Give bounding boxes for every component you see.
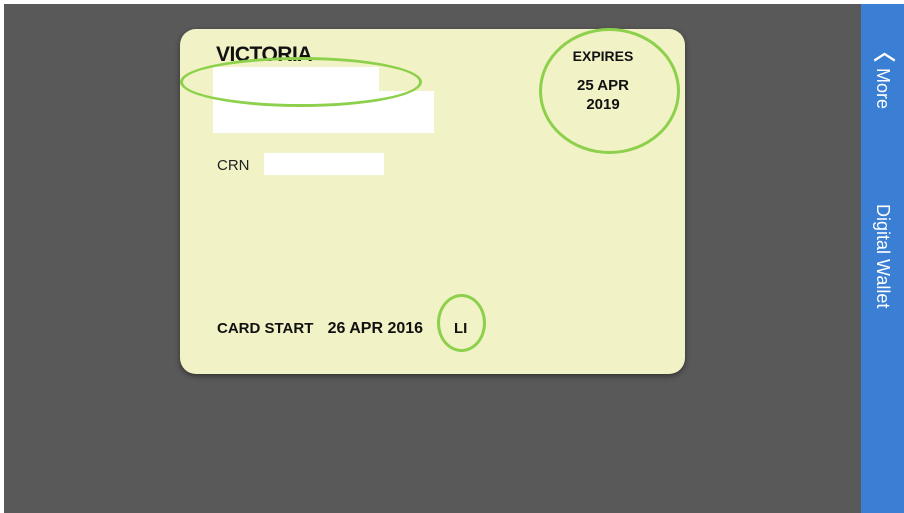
license-type-highlight-circle <box>437 294 486 352</box>
digital-wallet-button[interactable]: Digital Wallet <box>861 204 904 308</box>
redacted-crn-value <box>264 153 384 175</box>
digital-wallet-label: Digital Wallet <box>873 204 893 309</box>
more-label: More <box>873 68 893 110</box>
side-panel: ︿ More Digital Wallet <box>861 4 904 513</box>
crn-label: CRN <box>217 157 250 174</box>
name-highlight-circle <box>180 57 422 107</box>
expiry-highlight-circle <box>539 28 680 154</box>
card-start: CARD START 26 APR 2016 <box>217 320 423 338</box>
card-start-date: 26 APR 2016 <box>327 320 424 337</box>
more-button[interactable]: ︿ More <box>861 40 904 109</box>
card-start-label: CARD START <box>217 320 314 337</box>
chevron-left-icon: ︿ <box>870 40 896 62</box>
